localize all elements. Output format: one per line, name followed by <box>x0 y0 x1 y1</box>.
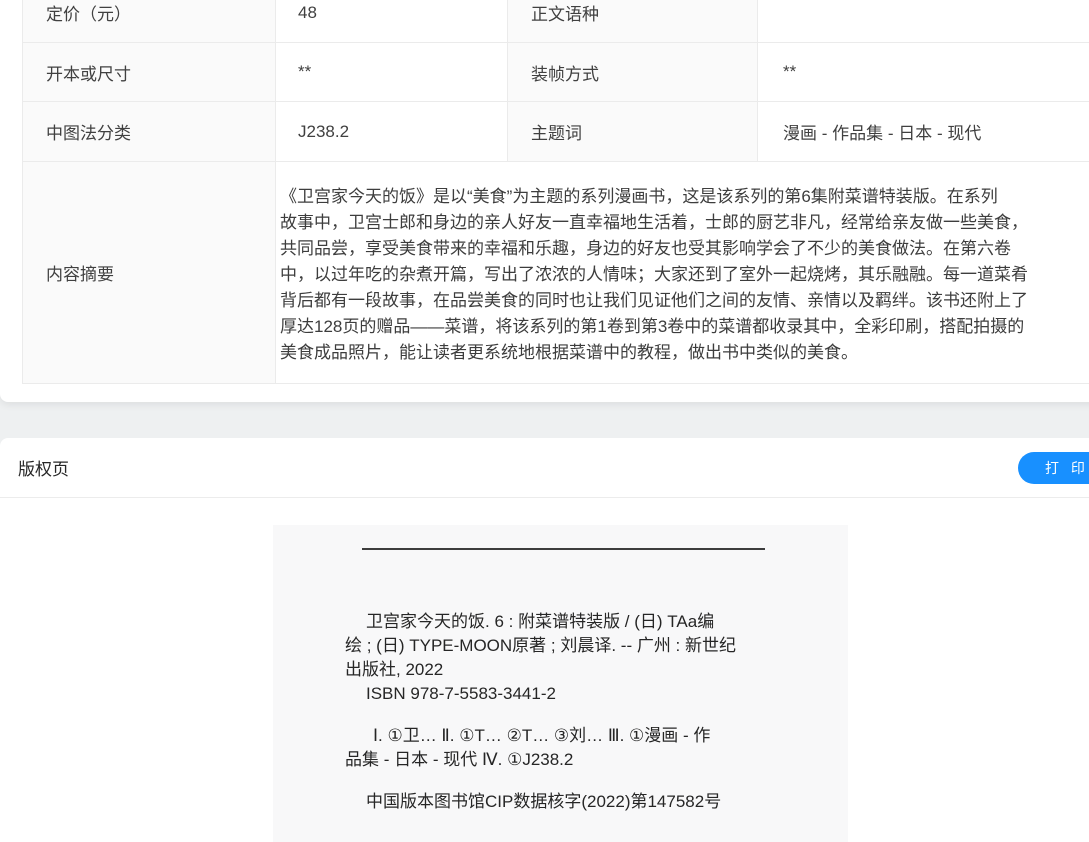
book-details-table: 定价（元） 48 正文语种 开本或尺寸 ** 装帧方式 ** <box>22 0 1089 384</box>
cip-line-title: 卫宫家今天的饭. 6 : 附菜谱特装版 / (日) TAa编 <box>345 610 848 634</box>
cip-top-rule <box>362 548 765 550</box>
value-binding-text: ** <box>783 62 796 82</box>
label-binding-text: 装帧方式 <box>531 60 599 85</box>
cip-line-isbn: ISBN 978-7-5583-3441-2 <box>345 682 848 706</box>
label-binding: 装帧方式 <box>508 43 758 102</box>
abstract-line-2: 故事中，卫宫士郎和身边的亲人好友一直幸福地生活着，士郎的厨艺非凡，经常给亲友做一… <box>280 210 1089 236</box>
abstract-line-5: 背后都有一段故事，在品尝美食的同时也让我们见证他们之间的友情、亲情以及羁绊。该书… <box>280 288 1089 314</box>
copyright-page-header: 版权页 打 印 <box>0 438 1089 498</box>
cip-line-index-1: Ⅰ. ①卫… Ⅱ. ①T… ②T… ③刘… Ⅲ. ①漫画 - 作 <box>345 724 848 748</box>
abstract-line-1: 《卫宫家今天的饭》是以“美食”为主题的系列漫画书，这是该系列的第6集附菜谱特装版… <box>280 184 1089 210</box>
label-format-text: 开本或尺寸 <box>46 60 131 85</box>
cip-line-publisher: 出版社, 2022 <box>345 658 848 682</box>
cip-line-registry: 中国版本图书馆CIP数据核字(2022)第147582号 <box>345 790 848 814</box>
cip-line-index-2: 品集 - 日本 - 现代 Ⅳ. ①J238.2 <box>345 748 848 772</box>
label-language: 正文语种 <box>508 0 758 43</box>
label-clc-class: 中图法分类 <box>23 102 276 162</box>
abstract-line-4: 中，以过年吃的杂煮开篇，写出了浓浓的人情味；大家还到了室外一起烧烤，其乐融融。每… <box>280 262 1089 288</box>
label-clc-class-text: 中图法分类 <box>46 119 131 144</box>
value-format-text: ** <box>298 62 311 82</box>
value-language <box>758 0 1089 43</box>
cip-text-block: 卫宫家今天的饭. 6 : 附菜谱特装版 / (日) TAa编 绘 ; (日) T… <box>345 610 848 814</box>
label-subject: 主题词 <box>508 102 758 162</box>
value-subject: 漫画 - 作品集 - 日本 - 现代 <box>758 102 1089 162</box>
label-format: 开本或尺寸 <box>23 43 276 102</box>
label-price: 定价（元） <box>23 0 276 43</box>
value-subject-text: 漫画 - 作品集 - 日本 - 现代 <box>783 119 981 144</box>
copyright-page-card: 版权页 打 印 卫宫家今天的饭. 6 : 附菜谱特装版 / (日) TAa编 绘… <box>0 438 1089 842</box>
value-clc-class-text: J238.2 <box>298 122 349 142</box>
label-subject-text: 主题词 <box>531 119 582 144</box>
label-abstract-text: 内容摘要 <box>46 260 114 285</box>
value-binding: ** <box>758 43 1089 102</box>
label-price-text: 定价（元） <box>46 0 131 25</box>
cip-data-card: 卫宫家今天的饭. 6 : 附菜谱特装版 / (日) TAa编 绘 ; (日) T… <box>273 525 848 842</box>
value-price: 48 <box>276 0 508 43</box>
cip-line-authors: 绘 ; (日) TYPE-MOON原著 ; 刘晨译. -- 广州 : 新世纪 <box>345 634 848 658</box>
print-button[interactable]: 打 印 <box>1018 452 1089 484</box>
value-abstract: 《卫宫家今天的饭》是以“美食”为主题的系列漫画书，这是该系列的第6集附菜谱特装版… <box>276 162 1089 384</box>
book-details-card: 定价（元） 48 正文语种 开本或尺寸 ** 装帧方式 ** <box>0 0 1089 402</box>
label-abstract: 内容摘要 <box>23 162 276 384</box>
label-language-text: 正文语种 <box>531 0 599 25</box>
value-format: ** <box>276 43 508 102</box>
abstract-line-7: 美食成品照片，能让读者更系统地根据菜谱中的教程，做出书中类似的美食。 <box>280 340 1089 366</box>
abstract-line-6: 厚达128页的赠品——菜谱，将该系列的第1卷到第3卷中的菜谱都收录其中，全彩印刷… <box>280 314 1089 340</box>
section-title: 版权页 <box>18 455 69 480</box>
abstract-line-3: 共同品尝，享受美食带来的幸福和乐趣，身边的好友也受其影响学会了不少的美食做法。在… <box>280 236 1089 262</box>
value-price-text: 48 <box>298 3 317 23</box>
value-clc-class: J238.2 <box>276 102 508 162</box>
page: 定价（元） 48 正文语种 开本或尺寸 ** 装帧方式 ** <box>0 0 1089 842</box>
